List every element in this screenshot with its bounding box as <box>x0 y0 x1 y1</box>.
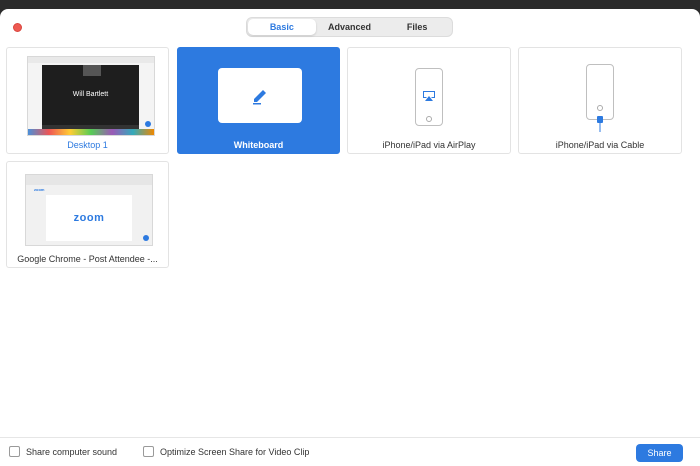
chrome-window-label: Google Chrome - Post Attendee -... <box>17 254 158 264</box>
whiteboard-preview <box>218 68 302 123</box>
desktop-preview: Will Bartlett <box>27 56 155 136</box>
share-option-chrome-window[interactable]: zoom zoom Google Chrome - Post Attendee … <box>6 161 169 268</box>
share-button[interactable]: Share <box>636 444 683 462</box>
iphone-icon <box>415 68 443 126</box>
tab-advanced[interactable]: Advanced <box>316 19 384 35</box>
whiteboard-label: Whiteboard <box>233 140 284 150</box>
zoom-logo-small: zoom <box>34 187 45 192</box>
airplay-icon <box>423 91 435 101</box>
chrome-window-preview: zoom zoom <box>25 174 153 246</box>
checkbox-box[interactable] <box>143 446 154 457</box>
tab-bar: Basic Advanced Files <box>246 17 453 37</box>
share-option-desktop[interactable]: Will Bartlett Desktop 1 <box>6 47 169 154</box>
cable-icon <box>597 116 603 132</box>
zoom-logo: zoom <box>73 212 105 224</box>
optimize-video-checkbox[interactable]: Optimize Screen Share for Video Clip <box>143 446 309 457</box>
desktop-label: Desktop 1 <box>67 140 108 150</box>
share-option-whiteboard[interactable]: Whiteboard <box>177 47 340 154</box>
pencil-icon <box>253 89 266 104</box>
iphone-icon <box>586 64 614 120</box>
cable-label: iPhone/iPad via Cable <box>555 140 645 150</box>
footer-bar: Share computer sound Optimize Screen Sha… <box>0 437 700 466</box>
share-sound-label: Share computer sound <box>26 446 118 457</box>
share-screen-window: Basic Advanced Files Will Bartlett Deskt… <box>0 9 700 466</box>
close-window-button[interactable] <box>13 23 22 32</box>
tab-files[interactable]: Files <box>383 19 451 35</box>
share-option-cable[interactable]: iPhone/iPad via Cable <box>518 47 682 154</box>
optimize-video-label: Optimize Screen Share for Video Clip <box>160 446 310 457</box>
checkbox-box[interactable] <box>9 446 20 457</box>
preview-participant-name: Will Bartlett <box>72 91 109 98</box>
share-sound-checkbox[interactable]: Share computer sound <box>9 446 117 457</box>
share-option-airplay[interactable]: iPhone/iPad via AirPlay <box>347 47 511 154</box>
tab-basic[interactable]: Basic <box>248 19 316 35</box>
airplay-label: iPhone/iPad via AirPlay <box>382 140 476 150</box>
